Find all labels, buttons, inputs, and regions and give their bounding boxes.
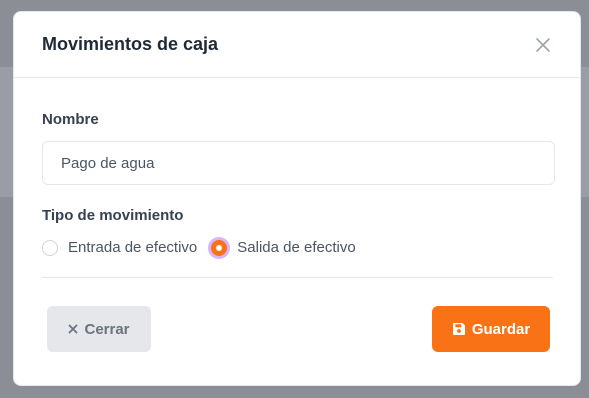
- close-modal-button[interactable]: Cerrar: [47, 306, 151, 352]
- radio-option-entrada[interactable]: Entrada de efectivo: [42, 239, 197, 256]
- name-label: Nombre: [42, 111, 99, 128]
- radio-salida-checked[interactable]: [211, 239, 228, 256]
- modal-title: Movimientos de caja: [42, 34, 219, 54]
- name-input[interactable]: [42, 141, 555, 185]
- modal-footer: Cerrar Guardar: [42, 278, 553, 358]
- modal-body: Nombre Tipo de movimiento Entrada de efe…: [14, 111, 580, 358]
- save-button-label: Guardar: [471, 320, 531, 338]
- movement-type-radio-group: Entrada de efectivo Salida de efectivo: [42, 239, 553, 256]
- close-button-label: Cerrar: [84, 320, 130, 338]
- close-icon: [535, 37, 551, 53]
- save-button[interactable]: Guardar: [432, 306, 550, 352]
- radio-salida-label: Salida de efectivo: [237, 239, 356, 256]
- x-icon: [68, 324, 78, 334]
- modal-header: Movimientos de caja: [14, 12, 580, 78]
- radio-option-salida[interactable]: Salida de efectivo: [211, 239, 356, 256]
- cash-movements-modal: Movimientos de caja Nombre Tipo de movim…: [13, 11, 581, 386]
- close-button[interactable]: [532, 34, 554, 56]
- save-icon: [452, 322, 466, 336]
- radio-entrada-label: Entrada de efectivo: [68, 239, 198, 256]
- movement-type-label: Tipo de movimiento: [42, 207, 184, 224]
- radio-entrada-unchecked[interactable]: [42, 239, 58, 256]
